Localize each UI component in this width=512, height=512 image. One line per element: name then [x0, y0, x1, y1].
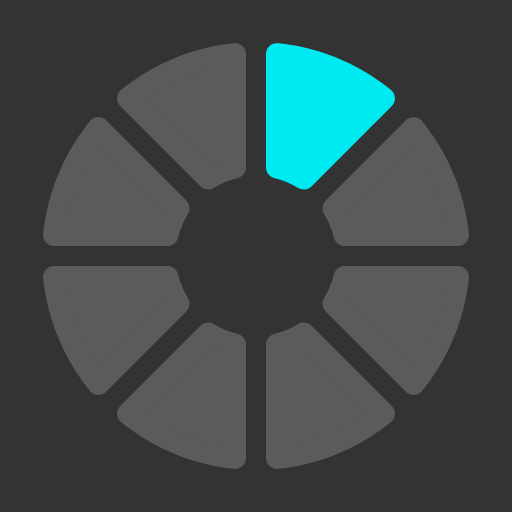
app-icon — [0, 0, 512, 512]
icon-background — [0, 0, 512, 512]
loading-spinner-icon — [0, 0, 512, 512]
